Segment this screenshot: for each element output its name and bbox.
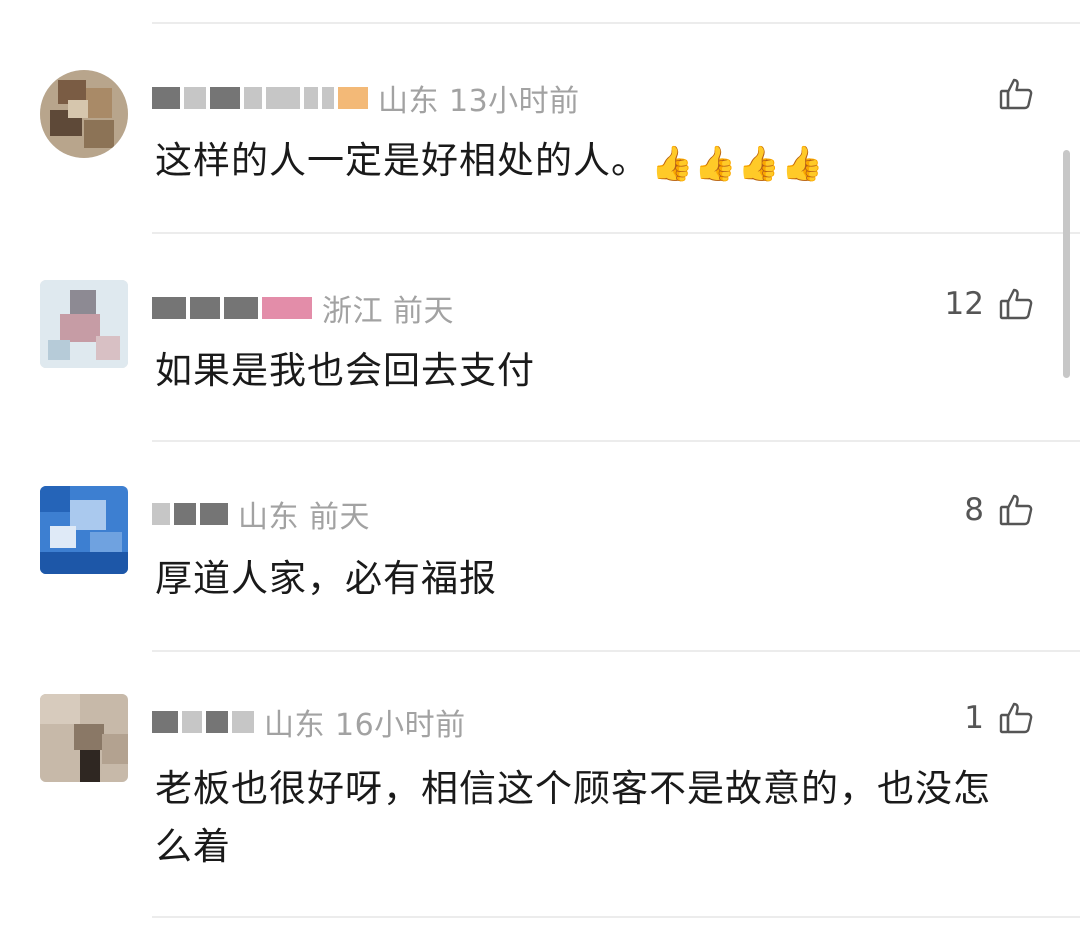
comment-time: 前天 [393, 294, 454, 329]
comment-text: 老板也很好呀，相信这个顾客不是故意的，也没怎么着 [155, 760, 1016, 876]
comment-location: 山东 [264, 708, 325, 743]
comment-text-body: 老板也很好呀，相信这个顾客不是故意的，也没怎么着 [155, 767, 991, 868]
comment-time: 16小时前 [335, 708, 466, 743]
divider [152, 22, 1080, 24]
comment-location: 山东 [378, 84, 439, 119]
divider [152, 916, 1080, 918]
username-redacted[interactable] [152, 496, 228, 532]
thumbs-up-outline-icon[interactable] [998, 492, 1034, 528]
comment-meta: 山东 13小时前 [152, 78, 580, 119]
like-button[interactable]: 12 [945, 286, 1034, 322]
avatar[interactable] [40, 280, 128, 368]
thumbs-up-outline-icon[interactable] [998, 700, 1034, 736]
avatar[interactable] [40, 486, 128, 574]
comment-text-body: 厚道人家，必有福报 [155, 557, 497, 600]
thumbs-up-outline-icon[interactable] [998, 76, 1034, 112]
comment-text: 这样的人一定是好相处的人。👍👍👍👍 [155, 132, 1016, 193]
like-count: 12 [944, 286, 984, 322]
like-count: 8 [964, 492, 984, 528]
thumbs-up-emoji: 👍👍👍👍 [651, 144, 825, 184]
comment-location: 山东 [238, 500, 299, 535]
comment-text-body: 如果是我也会回去支付 [155, 349, 535, 392]
comment-meta: 浙江 前天 [152, 288, 454, 329]
like-button[interactable]: 8 [964, 492, 1034, 528]
comment-time: 前天 [309, 500, 370, 535]
divider [152, 440, 1080, 442]
username-redacted[interactable] [152, 80, 368, 116]
comment-text-body: 这样的人一定是好相处的人。 [155, 139, 649, 182]
thumbs-up-outline-icon[interactable] [998, 286, 1034, 322]
username-redacted[interactable] [152, 704, 254, 740]
comment-meta: 山东 前天 [152, 494, 370, 535]
comment-text: 如果是我也会回去支付 [155, 342, 1016, 400]
divider [152, 232, 1080, 234]
like-count: 1 [964, 700, 984, 736]
divider [152, 650, 1080, 652]
comment-list-page: 山东 13小时前 这样的人一定是好相处的人。👍👍👍👍 浙江 前天 12 如果是我… [0, 0, 1080, 929]
comment-location: 浙江 [322, 294, 383, 329]
comment-meta: 山东 16小时前 [152, 702, 466, 743]
comment-time: 13小时前 [449, 84, 580, 119]
comment-text: 厚道人家，必有福报 [155, 550, 1016, 608]
like-button[interactable]: 1 [964, 700, 1034, 736]
scrollbar[interactable] [1063, 150, 1070, 378]
username-redacted[interactable] [152, 290, 312, 326]
avatar[interactable] [40, 694, 128, 782]
avatar[interactable] [40, 70, 128, 158]
like-button[interactable] [984, 76, 1034, 112]
